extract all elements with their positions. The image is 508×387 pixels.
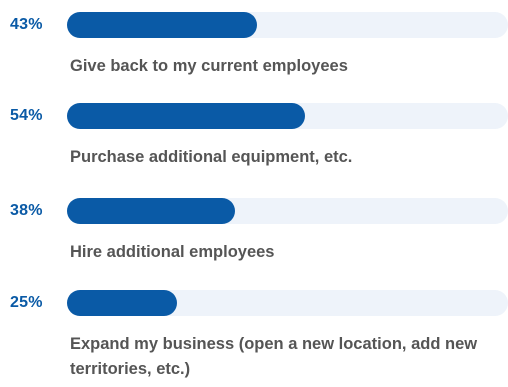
bar-fill	[67, 12, 257, 38]
bar-fill	[67, 198, 235, 224]
bar-track	[67, 103, 508, 129]
bar-fill	[67, 290, 178, 316]
bar-fill	[67, 103, 306, 129]
percent-label: 25%	[10, 294, 43, 311]
bar-track	[67, 12, 508, 38]
percent-label: 38%	[10, 202, 43, 219]
bar-track	[67, 198, 508, 224]
percent-label: 54%	[10, 107, 43, 124]
category-label: Purchase additional equipment, etc.	[70, 148, 353, 166]
category-label: Hire additional employees	[70, 243, 275, 261]
category-label: Expand my business (open a new location,…	[70, 335, 478, 378]
percent-label: 43%	[10, 16, 43, 33]
category-label: Give back to my current employees	[70, 57, 348, 75]
bar-track	[67, 290, 508, 316]
